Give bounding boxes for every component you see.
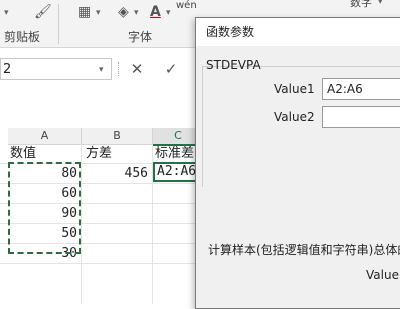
cell-b2[interactable]: 456 [82,164,152,184]
clipboard-group-label: 剪贴板 [4,30,41,44]
value1-input[interactable]: A2:A6 [322,78,400,100]
formula-bar-grip[interactable] [118,62,121,76]
chevron-down-icon[interactable]: ▾ [166,8,171,18]
chevron-down-icon[interactable]: ▾ [134,8,139,18]
confirm-icon[interactable]: ✓ [160,58,182,80]
font-color-icon[interactable]: A [150,4,161,20]
border-icon[interactable]: ▦ [78,4,91,20]
function-arguments-dialog: 函数参数 STDEVPA Value1 A2:A6 Value2 计算样本(包括… [195,17,400,309]
name-box[interactable]: 2 ▾ [0,58,112,80]
wen-label: wén [176,0,197,11]
copy-selection-marquee [8,162,81,254]
fill-color-icon[interactable]: ◈ [118,4,129,20]
chevron-down-icon[interactable]: ▾ [378,0,383,7]
argument-hint-label: Value1 [366,268,400,282]
value2-label: Value2 [274,110,315,124]
ribbon-divider [58,4,59,44]
cell-a1[interactable]: 数值 [10,144,80,164]
name-box-value: 2 [3,62,12,77]
cell-b1[interactable]: 方差 [86,144,150,164]
font-group-label: 字体 [128,30,153,44]
function-name: STDEVPA [206,58,261,72]
number-format-label[interactable]: 数字 [350,0,372,10]
paintbrush-icon[interactable]: 🖌 [34,4,52,20]
chevron-down-icon[interactable]: ▾ [99,59,104,81]
column-header-b[interactable]: B [82,128,153,145]
chevron-down-icon[interactable]: ▾ [4,8,9,18]
value1-label: Value1 [274,82,315,96]
chevron-down-icon[interactable]: ▾ [96,8,101,18]
column-header-a[interactable]: A [8,128,82,145]
cancel-icon[interactable]: ✕ [126,58,148,80]
dialog-title[interactable]: 函数参数 [196,18,400,46]
value2-input[interactable] [322,106,400,128]
function-description: 计算样本(包括逻辑值和字符串)总体的 [208,243,400,257]
